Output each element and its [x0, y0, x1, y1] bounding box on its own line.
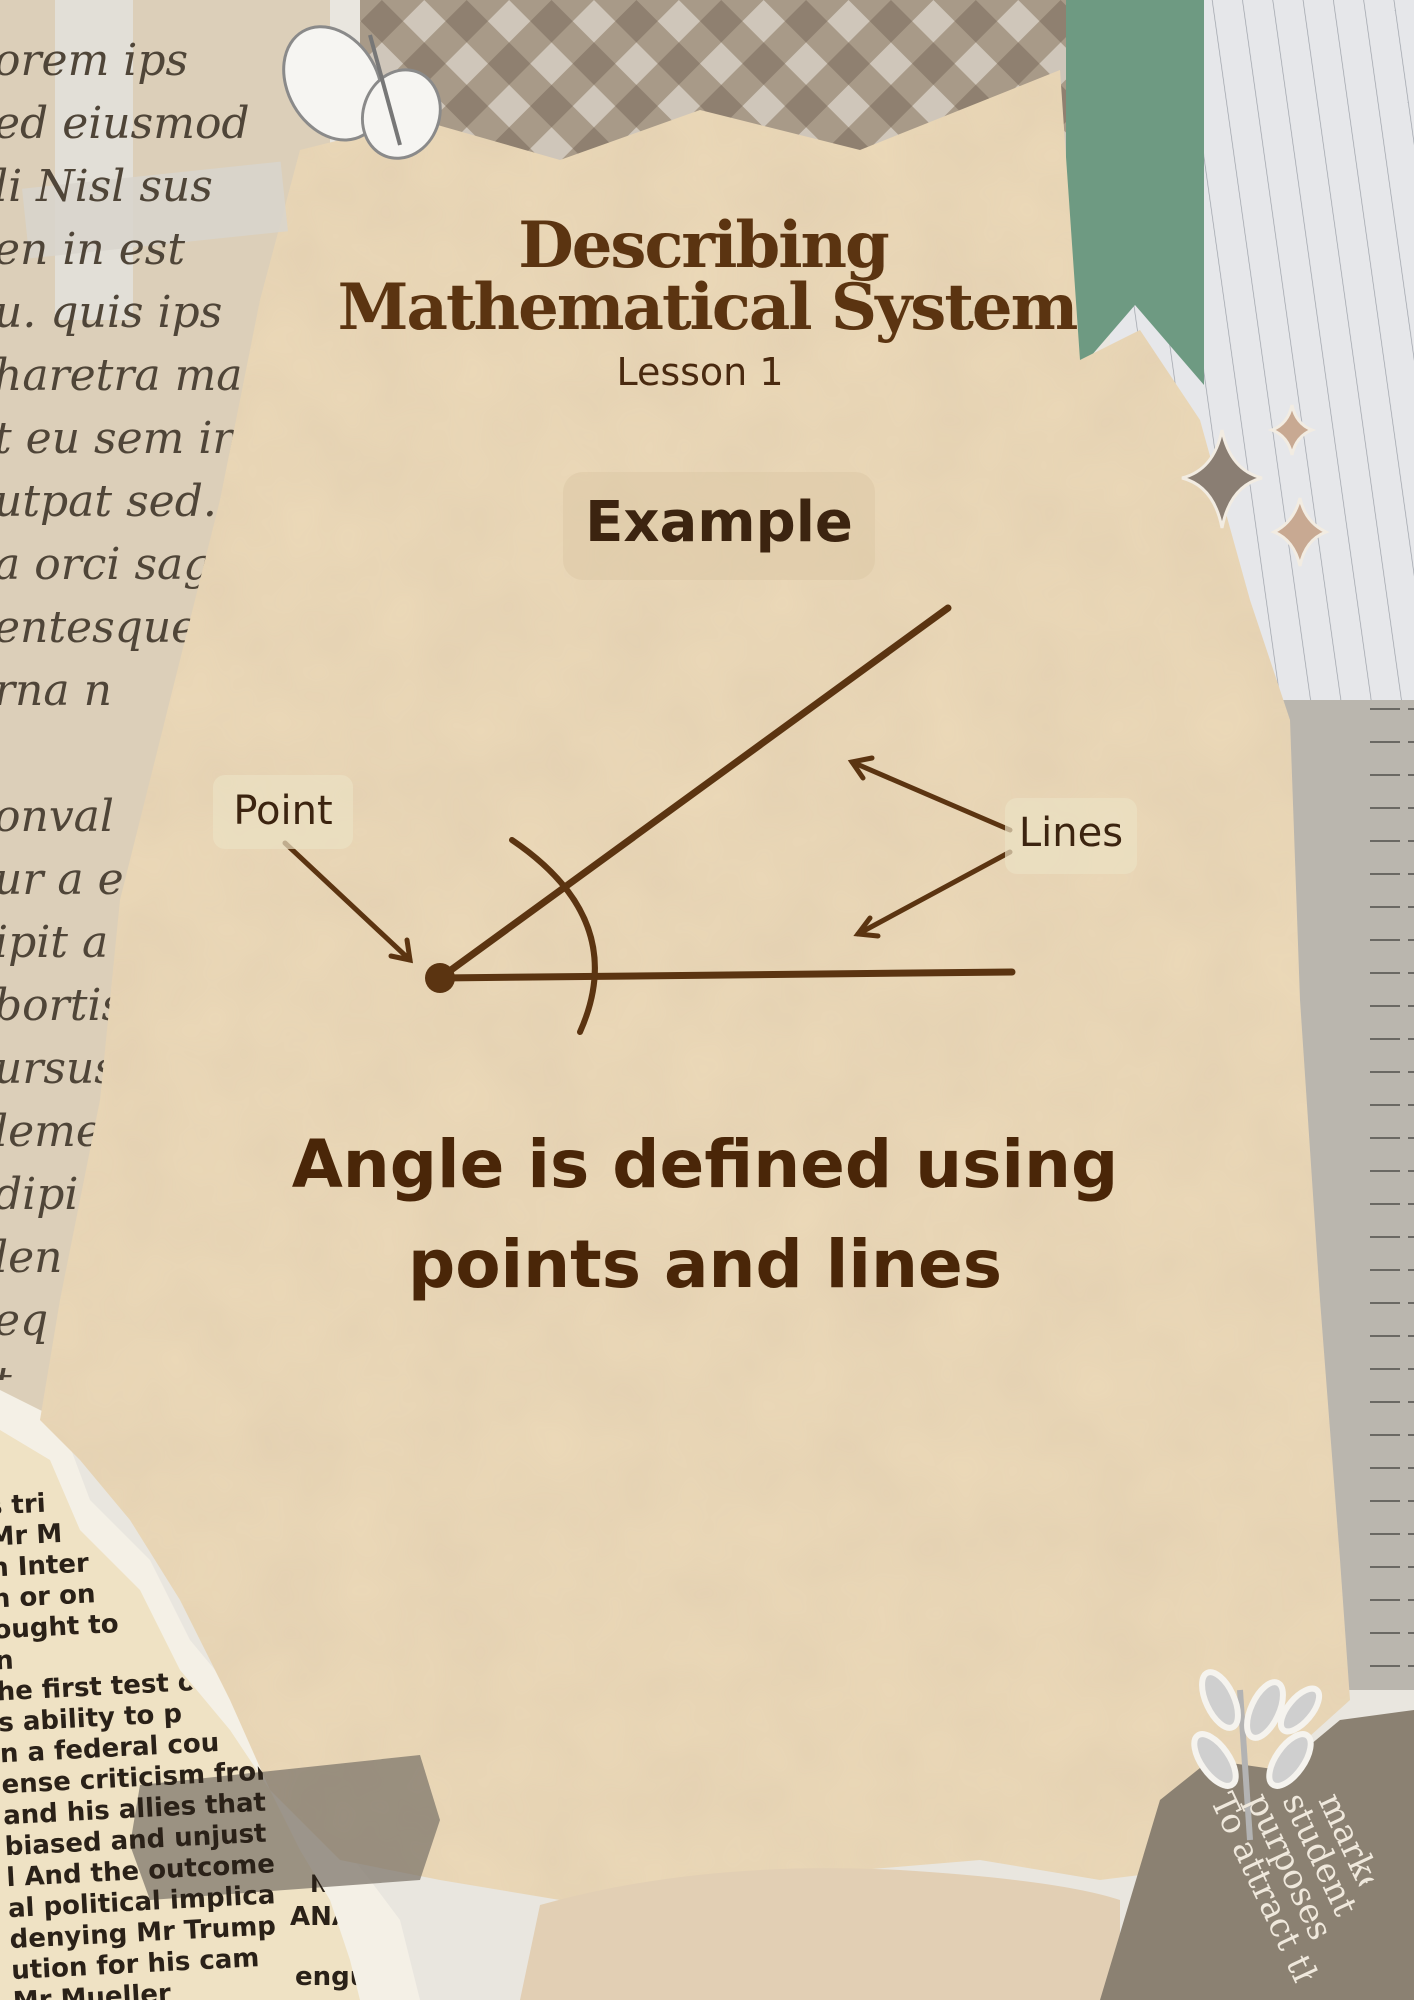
newsprint-left-line: utpat sed. Ris [0, 476, 301, 527]
poster-page: Describing Mathematical System Lesson 1 … [0, 0, 1414, 2000]
newsprint-heading: NE [310, 1870, 346, 1898]
decorative-newsprint: orem ips ed eiusmod li Nisl sus en in est u.… [0, 35, 1414, 2000]
newsprint-bottom-line: ought to [0, 1609, 119, 1646]
newsprint-heading: ANALYS [290, 1902, 402, 1932]
newsprint-bottom-line: Mr M [0, 1519, 63, 1553]
newsprint-left-line: t [0, 1358, 12, 1409]
newsprint-bottom-line: n or on [0, 1579, 96, 1614]
newsprint-left-line: t eu sem inte [0, 413, 285, 464]
newsprint-left-line: len [0, 1232, 62, 1283]
newsprint-left-line: eq [0, 1295, 48, 1346]
newsprint-left-line: orem ips [0, 35, 188, 86]
newsprint-left-line: dipi [0, 1169, 78, 1220]
newsprint-left-line: ed eiusmod [0, 98, 250, 149]
newsprint-left-line: bortis [0, 980, 124, 1031]
newsprint-bottom-line: s tri [0, 1489, 46, 1522]
newsprint-left-line: rna n [0, 665, 112, 716]
newsprint-bottom-line: n Inter [0, 1549, 90, 1584]
newsprint-left-line: a orci sagitti [0, 539, 275, 590]
newsprint-left-line: onval [0, 791, 114, 842]
newsprint-line: engulfed his W [295, 1962, 514, 1992]
newsprint-left-line: entesque el [0, 602, 251, 653]
newsprint-left-line: ur a e [0, 854, 124, 905]
newsprint-left-line: li Nisl sus [0, 161, 213, 212]
newsprint-left-line: u. quis ips [0, 287, 222, 338]
newsprint-left-line: en in est [0, 224, 185, 275]
newsprint-left-line: haretra mas [0, 350, 265, 401]
newsprint-left-line: ursus. [0, 1043, 131, 1094]
newsprint-left-line: lemen [0, 1106, 130, 1157]
newsprint-left-line: ipit a [0, 917, 108, 968]
newsprint-bottom-line: n [0, 1646, 14, 1677]
